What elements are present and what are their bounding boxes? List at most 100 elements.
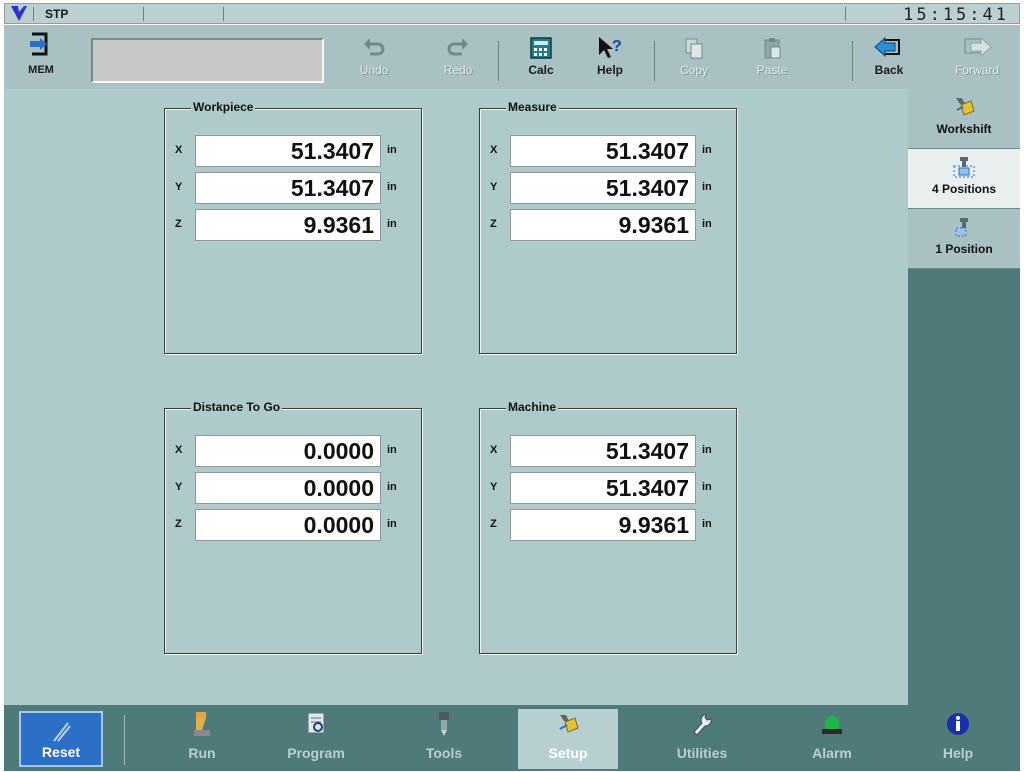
back-button[interactable]: Back	[861, 33, 917, 85]
tab-1-position[interactable]: 1 Position	[908, 209, 1020, 269]
unit-label: in	[387, 444, 397, 456]
distance-z-value: 0.0000	[195, 509, 381, 541]
nav-program-label: Program	[287, 745, 345, 761]
measure-group: Measure X 51.3407 in Y 51.3407 in Z 9.93…	[479, 100, 737, 354]
tab-4-positions[interactable]: 4 Positions	[908, 149, 1020, 209]
axis-row-y: Y 51.3407 in	[490, 172, 728, 204]
bottom-nav: Reset Run Program Tools Setup Utilities …	[4, 705, 1020, 771]
machine-mode: STP	[45, 7, 69, 21]
redo-label: Redo	[443, 63, 473, 77]
workshift-icon	[956, 98, 975, 116]
help-pointer-icon: ?	[599, 37, 622, 58]
workpiece-z-value: 9.9361	[195, 209, 381, 241]
axis-label: Y	[175, 481, 183, 493]
tools-icon	[439, 712, 449, 736]
nav-alarm[interactable]: Alarm	[782, 709, 882, 769]
wrench-icon	[693, 713, 712, 736]
machine-x-value: 51.3407	[510, 435, 696, 467]
group-title: Machine	[506, 400, 559, 414]
svg-text:?: ?	[612, 38, 622, 55]
paste-button[interactable]: Paste	[744, 33, 800, 85]
copy-label: Copy	[679, 63, 708, 77]
program-icon	[307, 712, 325, 734]
measure-x-value: 51.3407	[510, 135, 696, 167]
nav-run[interactable]: Run	[152, 709, 252, 769]
nav-help[interactable]: Help	[908, 709, 1008, 769]
status-separator	[223, 7, 224, 21]
measure-z-value: 9.9361	[510, 209, 696, 241]
nav-separator	[124, 715, 125, 765]
undo-button[interactable]: Undo	[346, 33, 402, 85]
axis-row-y: Y 51.3407 in	[490, 472, 728, 504]
unit-label: in	[387, 518, 397, 530]
reset-icon	[53, 722, 71, 742]
machine-y-value: 51.3407	[510, 472, 696, 504]
nav-setup[interactable]: Setup	[518, 709, 618, 769]
group-title: Workpiece	[191, 100, 256, 114]
status-separator	[143, 7, 144, 21]
mdi-input[interactable]	[91, 38, 324, 83]
copy-button[interactable]: Copy	[666, 33, 722, 85]
unit-label: in	[702, 181, 712, 193]
axis-row-y: Y 0.0000 in	[175, 472, 413, 504]
unit-label: in	[702, 481, 712, 493]
distance-y-value: 0.0000	[195, 472, 381, 504]
unit-label: in	[387, 181, 397, 193]
axis-label: X	[490, 144, 498, 156]
nav-utilities[interactable]: Utilities	[652, 709, 752, 769]
status-bar: STP 15:15:41	[4, 3, 1020, 25]
mem-button[interactable]: MEM	[18, 31, 64, 83]
help-button[interactable]: ? Help	[582, 33, 638, 85]
tab-4-positions-label: 4 Positions	[931, 182, 996, 196]
tab-workshift-label: Workshift	[936, 122, 992, 136]
setup-icon	[559, 715, 579, 733]
workpiece-group: Workpiece X 51.3407 in Y 51.3407 in Z 9.…	[164, 100, 422, 354]
toolbar-separator	[498, 41, 499, 81]
axis-label: X	[175, 444, 183, 456]
unit-label: in	[702, 144, 712, 156]
undo-icon	[364, 38, 385, 56]
axis-row-x: X 0.0000 in	[175, 435, 413, 467]
clock: 15:15:41	[903, 5, 1009, 25]
group-title: Distance To Go	[191, 400, 283, 414]
nav-setup-label: Setup	[548, 745, 588, 761]
forward-button[interactable]: Forward	[949, 33, 1005, 85]
main-panel: Workpiece X 51.3407 in Y 51.3407 in Z 9.…	[4, 89, 908, 705]
back-label: Back	[874, 63, 904, 77]
measure-y-value: 51.3407	[510, 172, 696, 204]
unit-label: in	[387, 218, 397, 230]
nav-run-label: Run	[188, 745, 216, 761]
nav-program[interactable]: Program	[266, 709, 366, 769]
machine-group: Machine X 51.3407 in Y 51.3407 in Z 9.93…	[479, 400, 737, 654]
machine-z-value: 9.9361	[510, 509, 696, 541]
status-separator	[33, 7, 34, 21]
axis-row-y: Y 51.3407 in	[175, 172, 413, 204]
forward-arrow-icon	[964, 36, 992, 58]
nav-help-label: Help	[942, 745, 974, 761]
workpiece-y-value: 51.3407	[195, 172, 381, 204]
reset-button[interactable]: Reset	[19, 711, 103, 767]
axis-row-z: Z 9.9361 in	[175, 209, 413, 241]
redo-icon	[447, 38, 468, 56]
calc-label: Calc	[528, 63, 554, 77]
nav-tools[interactable]: Tools	[394, 709, 494, 769]
one-position-icon	[955, 218, 968, 237]
axis-row-z: Z 9.9361 in	[490, 509, 728, 541]
tab-workshift[interactable]: Workshift	[908, 89, 1020, 149]
axis-row-z: Z 9.9361 in	[490, 209, 728, 241]
info-icon	[947, 713, 969, 735]
unit-label: in	[387, 144, 397, 156]
distance-to-go-group: Distance To Go X 0.0000 in Y 0.0000 in Z…	[164, 400, 422, 654]
axis-label: Y	[175, 181, 183, 193]
unit-label: in	[387, 481, 397, 493]
mem-label: MEM	[28, 64, 54, 76]
nav-alarm-label: Alarm	[812, 745, 852, 761]
axis-label: Z	[175, 518, 182, 530]
help-label: Help	[596, 63, 623, 77]
tab-1-position-label: 1 Position	[935, 242, 993, 256]
redo-button[interactable]: Redo	[430, 33, 486, 85]
unit-label: in	[702, 444, 712, 456]
reset-label: Reset	[41, 744, 81, 760]
calc-button[interactable]: Calc	[513, 33, 569, 85]
axis-label: X	[490, 444, 498, 456]
